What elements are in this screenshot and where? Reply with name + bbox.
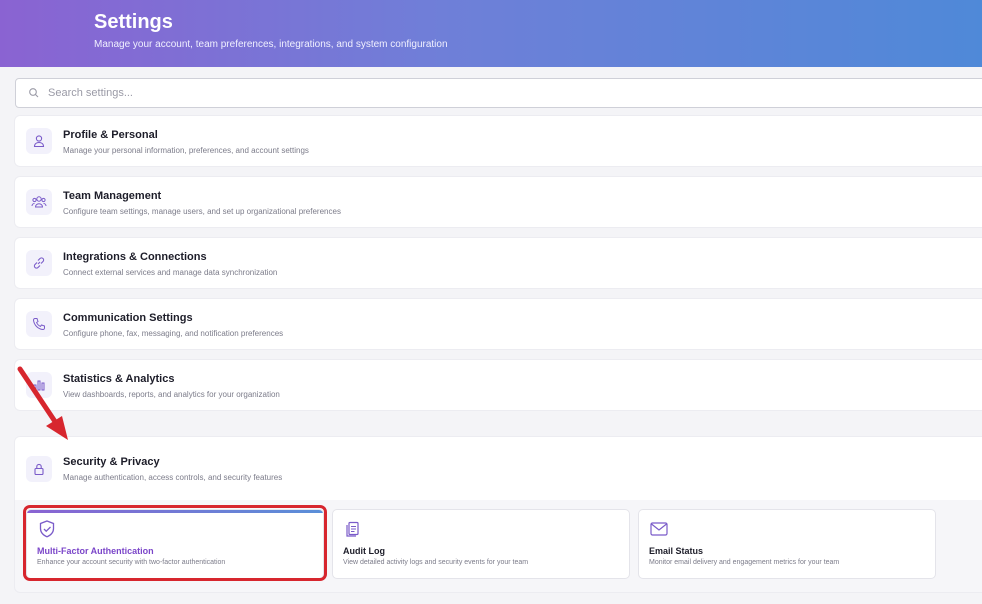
section-description: Connect external services and manage dat… [63, 268, 278, 277]
section-title: Integrations & Connections [63, 251, 207, 263]
section-statistics-analytics[interactable]: Statistics & Analytics View dashboards, … [15, 360, 982, 410]
mfa-card[interactable]: Multi-Factor Authentication Enhance your… [26, 509, 324, 579]
section-description: Manage your personal information, prefer… [63, 146, 309, 155]
search-bar[interactable] [15, 78, 982, 108]
section-description: Configure team settings, manage users, a… [63, 207, 341, 216]
team-icon [26, 189, 52, 215]
lock-icon [26, 456, 52, 482]
search-input[interactable] [48, 87, 948, 99]
email-status-description: Monitor email delivery and engagement me… [649, 559, 840, 566]
mfa-title: Multi-Factor Authentication [37, 546, 154, 556]
section-description: Manage authentication, access controls, … [63, 473, 283, 482]
phone-icon [26, 311, 52, 337]
page-subtitle: Manage your account, team preferences, i… [94, 39, 448, 50]
search-icon [28, 87, 40, 99]
page-header: Settings Manage your account, team prefe… [0, 0, 982, 67]
section-title: Statistics & Analytics [63, 373, 175, 385]
section-title: Communication Settings [63, 312, 193, 324]
page-title: Settings [94, 11, 173, 33]
active-indicator [27, 510, 323, 513]
email-status-title: Email Status [649, 546, 704, 556]
mfa-description: Enhance your account security with two-f… [37, 559, 226, 566]
section-description: Configure phone, fax, messaging, and not… [63, 329, 284, 338]
bar-chart-icon [26, 372, 52, 398]
section-title: Security & Privacy [63, 456, 160, 468]
section-title: Profile & Personal [63, 129, 158, 141]
section-profile-personal[interactable]: Profile & Personal Manage your personal … [15, 116, 982, 166]
section-communication-settings[interactable]: Communication Settings Configure phone, … [15, 299, 982, 349]
audit-log-card[interactable]: Audit Log View detailed activity logs an… [332, 509, 630, 579]
section-security-privacy-header[interactable]: Security & Privacy Manage authentication… [15, 437, 982, 500]
section-title: Team Management [63, 190, 162, 202]
section-description: View dashboards, reports, and analytics … [63, 390, 280, 399]
clipboard-icon [343, 519, 363, 539]
link-icon [26, 250, 52, 276]
audit-log-description: View detailed activity logs and security… [343, 559, 529, 566]
section-team-management[interactable]: Team Management Configure team settings,… [15, 177, 982, 227]
email-status-card[interactable]: Email Status Monitor email delivery and … [638, 509, 936, 579]
mail-icon [649, 519, 669, 539]
section-integrations-connections[interactable]: Integrations & Connections Connect exter… [15, 238, 982, 288]
user-icon [26, 128, 52, 154]
shield-check-icon [37, 519, 57, 539]
audit-log-title: Audit Log [343, 546, 385, 556]
